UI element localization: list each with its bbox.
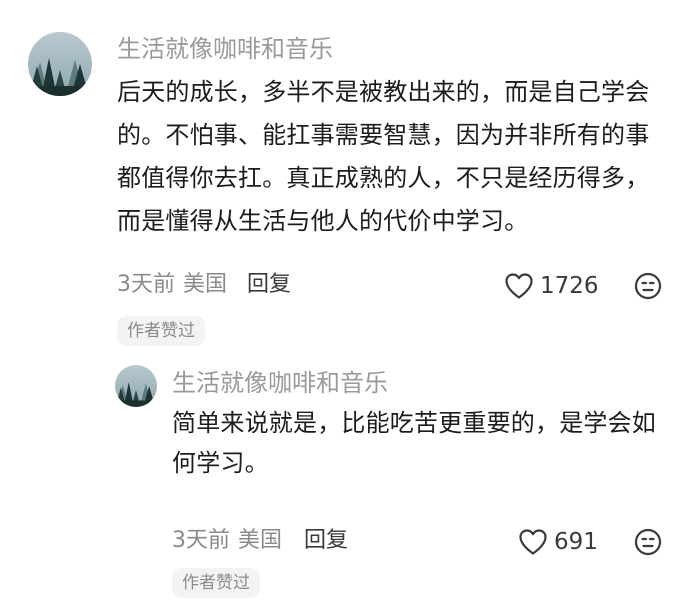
- dislike-button[interactable]: [634, 528, 662, 556]
- reply-username[interactable]: 生活就像咖啡和音乐: [172, 367, 388, 399]
- like-button[interactable]: 1726: [504, 270, 599, 302]
- neutral-face-icon: [634, 272, 662, 300]
- reply-meta: 3天前 美国: [172, 526, 282, 556]
- author-liked-badge: 作者赞过: [117, 316, 205, 346]
- comment-time: 3天前: [117, 272, 175, 297]
- comment-meta: 3天前 美国: [117, 270, 227, 300]
- comment-username[interactable]: 生活就像咖啡和音乐: [117, 33, 333, 65]
- comment-location: 美国: [183, 272, 228, 297]
- dislike-button[interactable]: [634, 272, 662, 300]
- author-liked-badge: 作者赞过: [172, 568, 260, 598]
- like-count: 1726: [540, 273, 599, 299]
- heart-icon: [518, 528, 548, 556]
- like-button[interactable]: 691: [518, 526, 598, 558]
- reply-location: 美国: [238, 528, 283, 553]
- forest-avatar-icon[interactable]: [28, 32, 92, 96]
- reply-text: 简单来说就是，比能吃苦更重要的，是学会如何学习。: [172, 409, 656, 477]
- reply-button[interactable]: 回复: [247, 270, 291, 300]
- neutral-face-icon: [634, 528, 662, 556]
- comment-text: 后天的成长，多半不是被教出来的，而是自己学会的。不怕事、能扛事需要智慧，因为并非…: [117, 78, 650, 235]
- reply-button[interactable]: 回复: [304, 526, 348, 556]
- like-count: 691: [554, 529, 598, 555]
- forest-avatar-icon[interactable]: [115, 365, 157, 407]
- reply-time: 3天前: [172, 528, 230, 553]
- heart-icon: [504, 272, 534, 300]
